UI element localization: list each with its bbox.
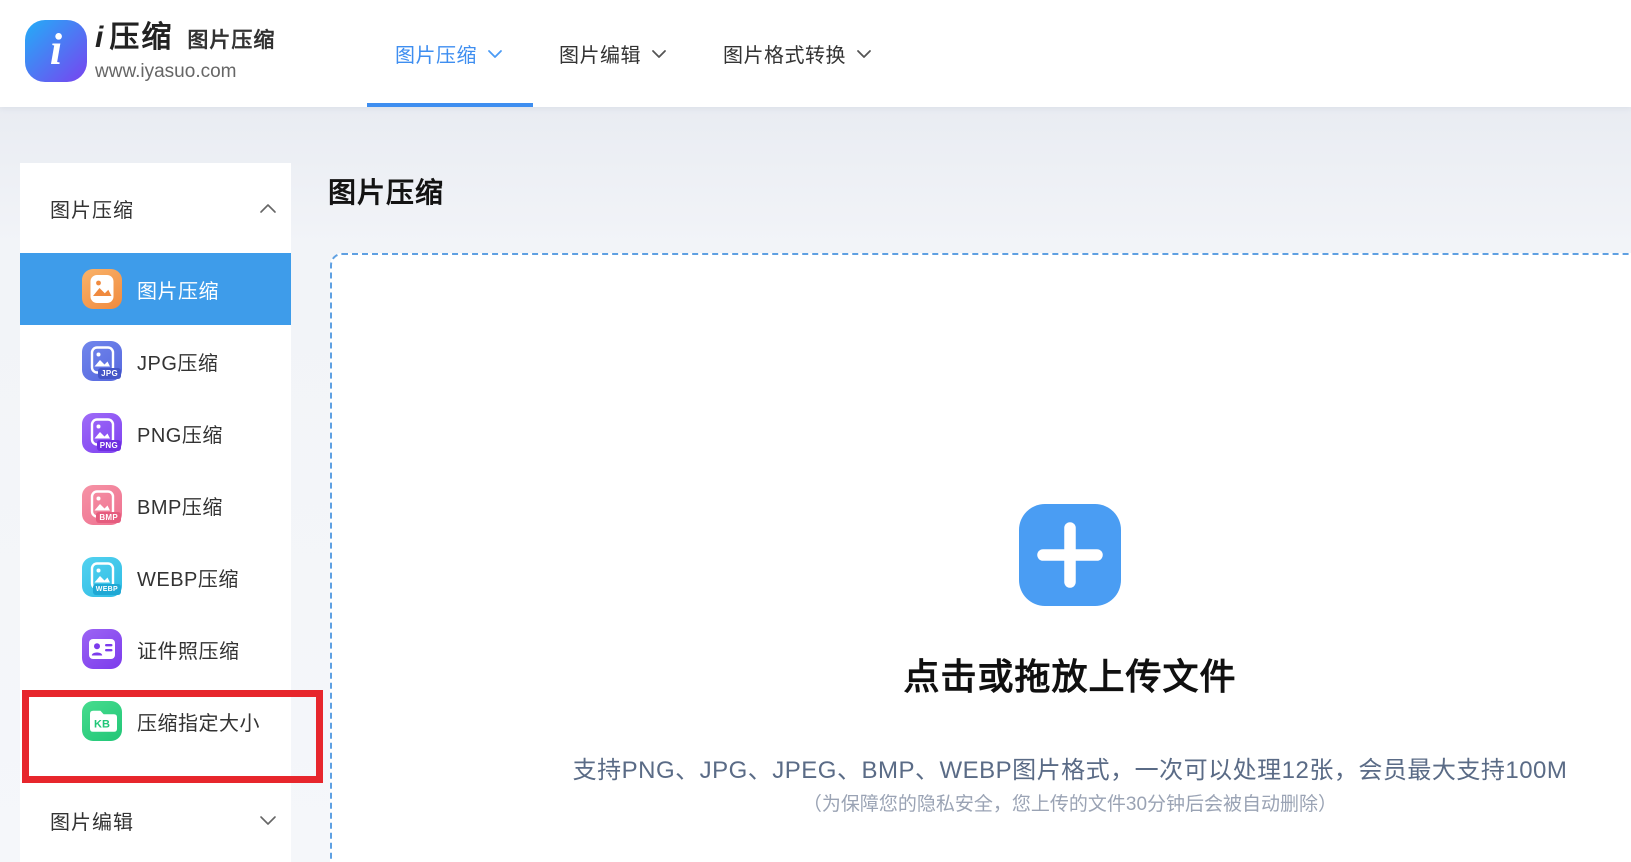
sidebar-item-label: 图片压缩 (137, 275, 219, 304)
bmp-file-icon: BMP (82, 485, 122, 525)
sidebar-item-list: 图片压缩 JPGJPG压缩 PNGPNG压缩 BMPBMP压缩 WEBPWEBP… (20, 253, 291, 757)
dropzone-privacy-note: （为保障您的隐私安全，您上传的文件30分钟后会被自动删除） (332, 789, 1631, 816)
dropzone-headline: 点击或拖放上传文件 (332, 648, 1631, 700)
main-nav: 图片压缩 图片编辑 图片格式转换 (367, 0, 900, 107)
sidebar-group-label: 图片编辑 (50, 806, 259, 835)
svg-text:KB: KB (94, 719, 110, 731)
sidebar-item-webp-compress[interactable]: WEBP WEBP压缩 (20, 541, 291, 613)
brand-prefix: i (95, 23, 103, 53)
page-root: i i 压缩 图片压缩 www.iyasuo.com 图片压缩 图片编辑 图片格… (0, 0, 1631, 862)
jpg-file-icon: JPG (82, 341, 122, 381)
sidebar-item-image-compress[interactable]: 图片压缩 (20, 253, 291, 325)
chevron-down-icon (259, 815, 277, 826)
chevron-down-icon (651, 49, 667, 59)
format-badge: JPG (98, 368, 121, 379)
brand-logo-icon: i (25, 20, 87, 82)
chevron-up-icon (259, 203, 277, 214)
sidebar-group-image-compress[interactable]: 图片压缩 (20, 163, 291, 253)
id-card-icon (82, 629, 122, 669)
nav-item-image-edit[interactable]: 图片编辑 (531, 0, 695, 107)
brand-url: www.iyasuo.com (95, 61, 275, 83)
top-header: i i 压缩 图片压缩 www.iyasuo.com 图片压缩 图片编辑 图片格… (0, 0, 1631, 107)
sidebar: 图片压缩 图片压缩 JPG JPG压缩 PNG PNG压缩 BMP BMP压缩 WEB… (20, 163, 291, 862)
chevron-down-icon (856, 49, 872, 59)
upload-plus-button[interactable] (1019, 504, 1121, 606)
nav-active-underline (367, 103, 533, 107)
plus-icon (1019, 504, 1121, 606)
dropzone-support-text: 支持PNG、JPG、JPEG、BMP、WEBP图片格式，一次可以处理12张，会员… (332, 750, 1631, 785)
sidebar-item-jpg-compress[interactable]: JPG JPG压缩 (20, 325, 291, 397)
nav-item-format-convert[interactable]: 图片格式转换 (695, 0, 900, 107)
brand-name: 压缩 (109, 23, 173, 53)
chevron-down-icon (487, 49, 503, 59)
sidebar-item-label: JPG压缩 (137, 347, 218, 376)
png-file-icon: PNG (82, 413, 122, 453)
webp-file-icon: WEBP (82, 557, 122, 597)
sidebar-item-id-photo-compress[interactable]: 证件照压缩 (20, 613, 291, 685)
page-title: 图片压缩 (328, 171, 444, 211)
sidebar-item-label: WEBP压缩 (137, 563, 239, 592)
nav-item-label: 图片编辑 (559, 39, 641, 68)
nav-item-label: 图片压缩 (395, 39, 477, 68)
brand-text-block: i 压缩 图片压缩 www.iyasuo.com (95, 20, 275, 83)
nav-item-label: 图片格式转换 (723, 39, 846, 68)
brand-tagline: 图片压缩 (187, 30, 275, 51)
sidebar-item-label: 证件照压缩 (137, 635, 240, 664)
sidebar-group-image-edit[interactable]: 图片编辑 (20, 757, 291, 857)
format-badge: PNG (97, 440, 121, 451)
image-compress-icon (82, 269, 122, 309)
brand-logo[interactable]: i i 压缩 图片压缩 www.iyasuo.com (25, 20, 275, 83)
format-badge: WEBP (93, 584, 121, 595)
format-badge: BMP (96, 512, 121, 523)
upload-dropzone[interactable]: 点击或拖放上传文件 支持PNG、JPG、JPEG、BMP、WEBP图片格式，一次… (330, 253, 1631, 862)
sidebar-group-label: 图片压缩 (50, 194, 259, 223)
sidebar-item-target-size-compress[interactable]: KB 压缩指定大小 (20, 685, 291, 757)
kb-folder-icon: KB (82, 701, 122, 741)
sidebar-item-bmp-compress[interactable]: BMP BMP压缩 (20, 469, 291, 541)
sidebar-item-label: BMP压缩 (137, 491, 223, 520)
sidebar-item-label: PNG压缩 (137, 419, 223, 448)
nav-item-image-compress[interactable]: 图片压缩 (367, 0, 531, 107)
sidebar-item-png-compress[interactable]: PNG PNG压缩 (20, 397, 291, 469)
logo-i-glyph: i (50, 24, 62, 75)
sidebar-item-label: 压缩指定大小 (137, 707, 260, 736)
